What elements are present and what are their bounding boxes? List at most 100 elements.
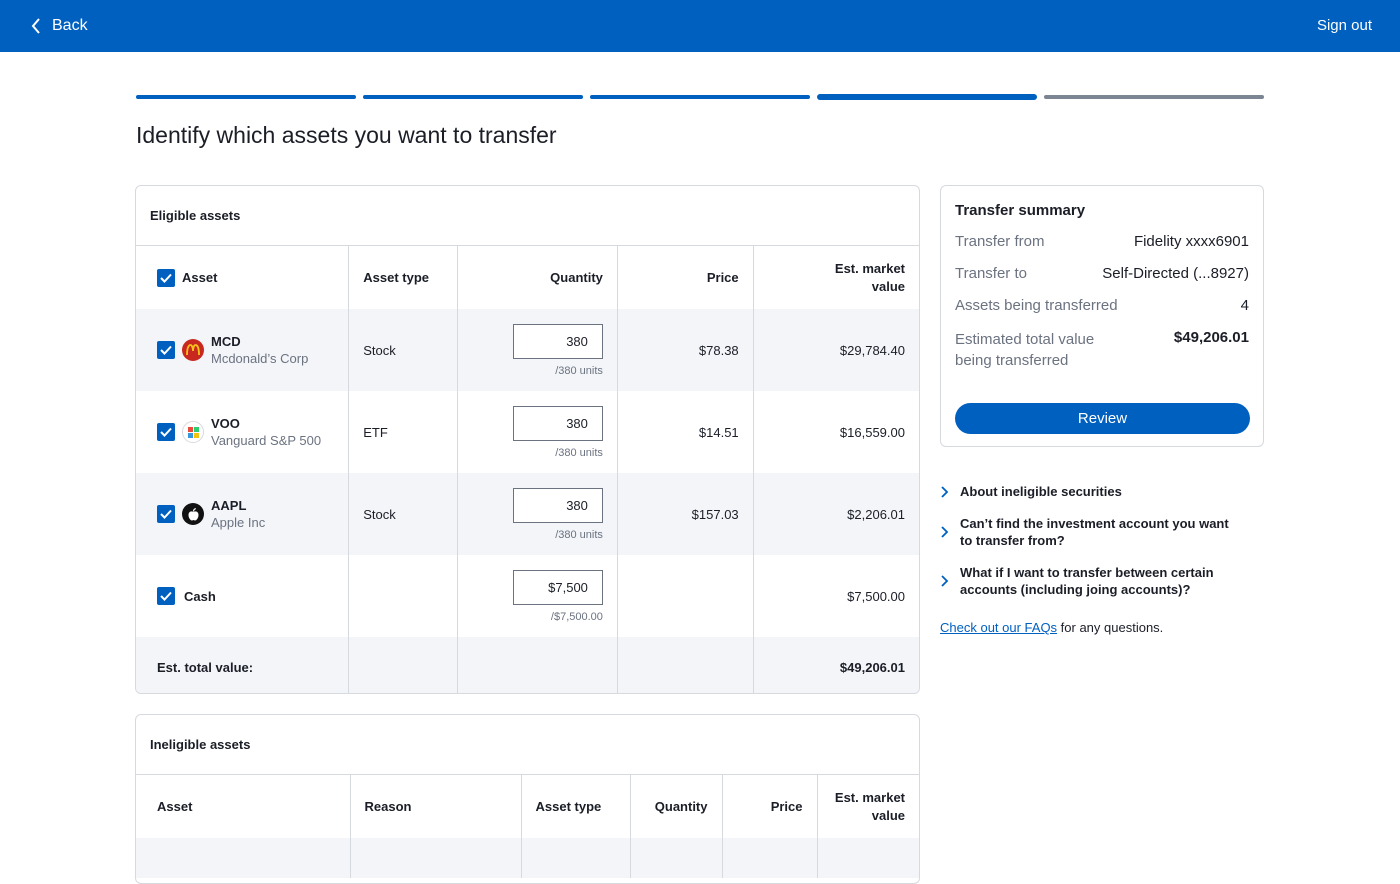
select-all-checkbox[interactable] [157,268,175,287]
transfer-summary-card: Transfer summary Transfer from Fidelity x… [940,185,1264,447]
asset-checkbox[interactable] [157,587,175,605]
column-asset: Asset [182,270,218,285]
total-row: Est. total value: $49,206.01 [136,637,919,693]
asset-type: Stock [348,309,459,391]
review-button[interactable]: Review [955,403,1250,434]
asset-ticker: AAPL [211,498,247,513]
progress-step-2 [363,95,583,99]
table-row [136,838,919,878]
table-row: MCD Mcdonald’s Corp Stock 380/380 units $… [136,309,919,391]
summary-title: Transfer summary [955,202,1086,219]
asset-checkbox[interactable] [157,423,175,441]
faq-item-ineligible[interactable]: About ineligible securities [940,483,1122,500]
asset-price: $14.51 [617,391,754,473]
progress-bar [136,94,1264,100]
cash-amount-input[interactable]: $7,500 [512,569,603,605]
column-reason: Reason [350,775,522,838]
quantity-input[interactable]: 380 [512,323,603,359]
column-market-value: Est. market value [834,260,905,294]
chevron-right-icon [941,575,949,587]
asset-market-value: $16,559.00 [839,424,905,440]
available-units: /380 units [555,528,603,541]
estimated-total-label: Estimated total value being transferred [955,331,1095,369]
faq-help-suffix: for any questions. [1057,620,1164,635]
mcdonalds-logo-icon [182,339,204,361]
eligible-assets-card: Eligible assets Asset Asset type Quantit… [135,185,920,694]
transfer-to-label: Transfer to [955,265,1027,282]
column-asset: Asset [136,775,351,838]
asset-type [348,555,459,637]
asset-price: $157.03 [617,473,754,555]
column-price: Price [722,775,818,838]
eligible-assets-title: Eligible assets [136,186,919,246]
total-value: $49,206.01 [753,637,919,693]
top-bar: Back Sign out [0,0,1400,52]
asset-checkbox[interactable] [157,505,175,523]
asset-market-value: $7,500.00 [847,588,905,604]
quantity-input[interactable]: 380 [512,487,603,523]
faq-label: What if I want to transfer between certa… [960,565,1214,597]
column-asset-type: Asset type [521,775,631,838]
apple-logo-icon [182,503,204,525]
available-cash: /$7,500.00 [550,610,603,623]
progress-step-3 [590,95,810,99]
column-market-value: Est. market value [834,789,905,823]
sign-out-link[interactable]: Sign out [1317,17,1372,34]
asset-price [617,555,754,637]
transfer-from-value: Fidelity xxxx6901 [1133,233,1249,250]
quantity-input[interactable]: 380 [512,405,603,441]
assets-count-label: Assets being transferred [955,297,1118,314]
back-label: Back [52,17,88,34]
assets-count-value: 4 [1240,297,1249,314]
table-row: Cash $7,500 /$7,500.00 $7,500.00 [136,555,919,637]
asset-checkbox[interactable] [157,341,175,359]
asset-name: Apple Inc [211,515,266,530]
summary-row-to: Transfer to Self-Directed (...8927) [955,265,1249,282]
column-quantity: Quantity [457,246,618,309]
available-units: /380 units [555,446,603,459]
faq-label: About ineligible securities [960,484,1122,499]
progress-step-4 [817,94,1037,100]
ineligible-assets-card: Ineligible assets Asset Reason Asset typ… [135,714,920,884]
column-price: Price [617,246,754,309]
asset-ticker: MCD [211,334,241,349]
ineligible-assets-title: Ineligible assets [136,715,919,775]
eligible-assets-table: Asset Asset type Quantity Price Est. mar… [136,246,919,693]
total-label: Est. total value: [136,637,350,693]
asset-ticker: Cash [184,588,216,604]
asset-name: Mcdonald’s Corp [211,351,309,366]
progress-step-5 [1044,95,1264,99]
transfer-from-label: Transfer from [955,233,1045,250]
chevron-left-icon [31,18,40,34]
table-row: AAPL Apple Inc Stock 380/380 units $157.0… [136,473,919,555]
faq-item-cant-find-account[interactable]: Can’t find the investment account you wa… [940,515,1240,549]
faq-label: Can’t find the investment account you wa… [960,516,1229,548]
summary-row-count: Assets being transferred 4 [955,297,1249,314]
faq-item-transfer-between[interactable]: What if I want to transfer between certa… [940,564,1250,598]
estimated-total-value: $49,206.01 [1173,329,1249,346]
summary-row-total: Estimated total value being transferred $… [955,329,1249,371]
chevron-right-icon [941,486,949,498]
vanguard-logo-icon [182,421,204,443]
asset-market-value: $29,784.40 [753,309,919,391]
ineligible-assets-table: Asset Reason Asset type Quantity Price E… [136,775,919,878]
faqs-link[interactable]: Check out our FAQs [940,620,1057,635]
asset-name: Vanguard S&P 500 [211,433,322,448]
table-header-row: Asset Asset type Quantity Price Est. mar… [136,246,919,309]
faq-help-text: Check out our FAQs for any questions. [940,620,1163,635]
table-header-row: Asset Reason Asset type Quantity Price E… [136,775,919,838]
asset-ticker: VOO [211,416,240,431]
page-title: Identify which assets you want to transf… [136,122,557,148]
column-quantity: Quantity [630,775,723,838]
progress-step-1 [136,95,356,99]
summary-row-from: Transfer from Fidelity xxxx6901 [955,233,1249,250]
available-units: /380 units [555,364,603,377]
asset-price: $78.38 [617,309,754,391]
back-button[interactable]: Back [30,14,88,38]
transfer-to-value: Self-Directed (...8927) [1102,265,1249,282]
table-row: VOO Vanguard S&P 500 ETF 380/380 units $1… [136,391,919,473]
column-asset-type: Asset type [348,246,459,309]
asset-market-value: $2,206.01 [753,473,919,555]
chevron-right-icon [941,526,949,538]
asset-type: Stock [348,473,459,555]
